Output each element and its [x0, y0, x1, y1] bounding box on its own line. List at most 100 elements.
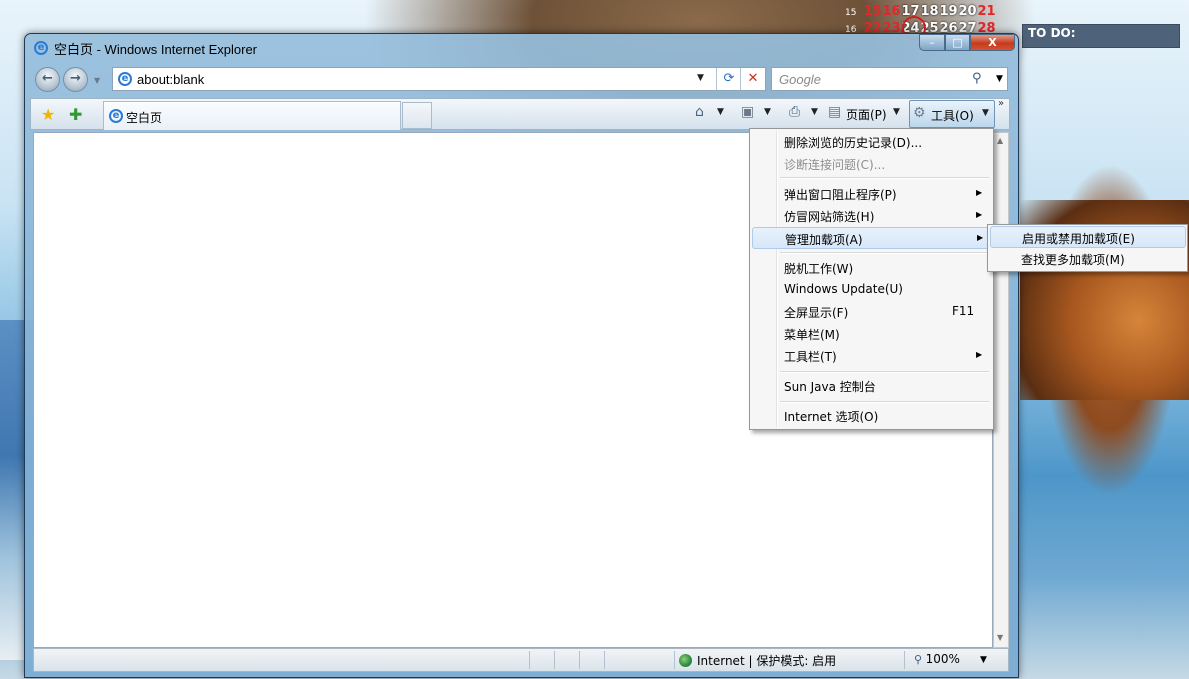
todo-gadget[interactable]: TO DO:	[1022, 24, 1180, 48]
search-box[interactable]: Google ⚲ ▼	[771, 67, 1008, 91]
home-dropdown[interactable]: ▼	[717, 107, 724, 117]
security-zone-label: Internet | 保护模式: 启用	[697, 654, 837, 668]
menu-item-label: 弹出窗口阻止程序(P)	[784, 188, 897, 202]
menu-item-label: 诊断连接问题(C)...	[784, 158, 886, 172]
address-bar[interactable]: e about:blank ▼ ⟳ ✕	[112, 67, 766, 91]
menu-item-find-more-addons[interactable]: 查找更多加载项(M)	[990, 248, 1186, 270]
new-tab-button[interactable]	[402, 102, 432, 129]
forward-arrow-icon: →	[70, 71, 81, 86]
calendar-day[interactable]: 16	[882, 4, 901, 19]
zoom-icon: ⚲	[914, 653, 926, 666]
tab-favicon-icon: e	[109, 109, 123, 123]
menu-item-label: 工具栏(T)	[784, 350, 837, 364]
back-arrow-icon: ←	[42, 71, 53, 86]
menu-item-label: 全屏显示(F)	[784, 306, 849, 320]
menu-item-label: 启用或禁用加载项(E)	[1022, 232, 1135, 246]
menu-item-popup-blocker[interactable]: 弹出窗口阻止程序(P) ▶	[752, 183, 991, 205]
address-input[interactable]: about:blank	[137, 72, 204, 87]
todo-label: TO DO:	[1028, 26, 1076, 40]
calendar-day[interactable]: 19	[939, 4, 958, 19]
status-divider	[674, 651, 675, 669]
feeds-dropdown[interactable]: ▼	[764, 107, 771, 117]
zoom-dropdown[interactable]: ▼	[980, 655, 987, 665]
submenu-arrow-icon: ▶	[976, 210, 983, 219]
page-menu-button[interactable]: 页面(P)	[846, 106, 887, 123]
star-plus-icon[interactable]: ✚	[69, 105, 82, 124]
menu-separator	[780, 371, 989, 373]
tools-dropdown-icon: ▼	[982, 108, 989, 118]
menu-item-full-screen[interactable]: 全屏显示(F) F11	[752, 301, 991, 323]
calendar-day[interactable]: 18	[920, 4, 939, 19]
menu-item-label: 管理加载项(A)	[785, 233, 863, 247]
tools-menu: 删除浏览的历史记录(D)... 诊断连接问题(C)... 弹出窗口阻止程序(P)…	[749, 128, 994, 430]
search-icon[interactable]: ⚲	[972, 71, 982, 86]
menu-item-manage-addons[interactable]: 管理加载项(A) ▶	[752, 227, 991, 249]
print-dropdown[interactable]: ▼	[811, 107, 818, 117]
star-icon[interactable]: ★	[41, 105, 55, 124]
menu-item-label: 查找更多加载项(M)	[1021, 253, 1125, 267]
menu-item-label: 菜单栏(M)	[784, 328, 840, 342]
menu-item-delete-history[interactable]: 删除浏览的历史记录(D)...	[752, 131, 991, 153]
menu-item-label: Internet 选项(O)	[784, 410, 879, 424]
page-dropdown[interactable]: ▼	[893, 107, 900, 117]
menu-item-work-offline[interactable]: 脱机工作(W)	[752, 257, 991, 279]
more-commands-icon[interactable]: »	[998, 98, 1004, 109]
tab-blank-page[interactable]: e 空白页	[103, 101, 401, 130]
rss-icon[interactable]: ▣	[741, 104, 754, 120]
status-divider	[604, 651, 605, 669]
status-divider	[554, 651, 555, 669]
calendar-day[interactable]: 20	[958, 4, 977, 19]
menu-item-label: 脱机工作(W)	[784, 262, 854, 276]
globe-icon	[679, 654, 692, 667]
close-button[interactable]: X	[970, 34, 1015, 51]
window-title: 空白页 - Windows Internet Explorer	[54, 42, 258, 57]
tools-label: 工具(O)	[931, 109, 974, 123]
menu-item-toolbars[interactable]: 工具栏(T) ▶	[752, 345, 991, 367]
address-dropdown[interactable]: ▼	[697, 73, 704, 83]
vertical-scrollbar[interactable]: ▲ ▼	[993, 132, 1009, 648]
menu-item-java-console[interactable]: Sun Java 控制台	[752, 375, 991, 397]
gear-icon: ⚙	[913, 105, 926, 121]
refresh-button[interactable]: ⟳	[716, 68, 741, 90]
page-favicon-icon: e	[118, 72, 132, 86]
security-zone[interactable]: Internet | 保护模式: 启用	[679, 652, 836, 669]
menu-item-label: Windows Update(U)	[784, 282, 903, 296]
menu-item-phishing-filter[interactable]: 仿冒网站筛选(H) ▶	[752, 205, 991, 227]
back-button[interactable]: ←	[35, 67, 60, 92]
submenu-arrow-icon: ▶	[977, 233, 984, 242]
maximize-button[interactable]: □	[945, 34, 970, 51]
status-divider	[579, 651, 580, 669]
status-divider	[529, 651, 530, 669]
minimize-button[interactable]: –	[919, 34, 945, 51]
printer-icon[interactable]: ⎙	[789, 104, 800, 120]
shortcut-label: F11	[952, 304, 975, 318]
scroll-down-icon[interactable]: ▼	[997, 633, 1003, 642]
addons-submenu: 启用或禁用加载项(E) 查找更多加载项(M)	[987, 224, 1188, 272]
scroll-up-icon[interactable]: ▲	[997, 136, 1003, 145]
stop-button[interactable]: ✕	[740, 68, 765, 90]
menu-separator	[780, 252, 989, 254]
submenu-arrow-icon: ▶	[976, 188, 983, 197]
calendar-day[interactable]: 21	[977, 4, 996, 19]
week-number: 15	[845, 8, 857, 18]
search-input[interactable]: Google	[779, 72, 821, 87]
submenu-arrow-icon: ▶	[976, 350, 983, 359]
menu-item-internet-options[interactable]: Internet 选项(O)	[752, 405, 991, 427]
command-bar: ★ ✚ e 空白页 ⌂ ▼ ▣ ▼ ⎙ ▼ ▤ 页面(P) ▼ ⚙ 工具(O) …	[30, 98, 1010, 130]
menu-item-windows-update[interactable]: Windows Update(U)	[752, 279, 991, 301]
zoom-level[interactable]: ⚲ 100%	[914, 652, 960, 666]
menu-item-label: Sun Java 控制台	[784, 380, 876, 394]
calendar-day[interactable]: 15	[863, 4, 882, 19]
search-provider-dropdown[interactable]: ▼	[996, 74, 1003, 84]
zoom-value: 100%	[925, 652, 960, 666]
tools-menu-button[interactable]: ⚙ 工具(O) ▼	[909, 100, 995, 128]
home-icon[interactable]: ⌂	[695, 104, 704, 120]
title-bar[interactable]: e 空白页 - Windows Internet Explorer – □ X	[25, 34, 1016, 64]
recent-pages-dropdown[interactable]: ▼	[94, 76, 100, 85]
tab-title: 空白页	[126, 111, 163, 125]
menu-item-menu-bar[interactable]: 菜单栏(M)	[752, 323, 991, 345]
forward-button[interactable]: →	[63, 67, 88, 92]
caption-buttons: – □ X	[919, 34, 1015, 54]
menu-item-enable-disable-addons[interactable]: 启用或禁用加载项(E)	[990, 226, 1186, 248]
menu-separator	[780, 177, 989, 179]
